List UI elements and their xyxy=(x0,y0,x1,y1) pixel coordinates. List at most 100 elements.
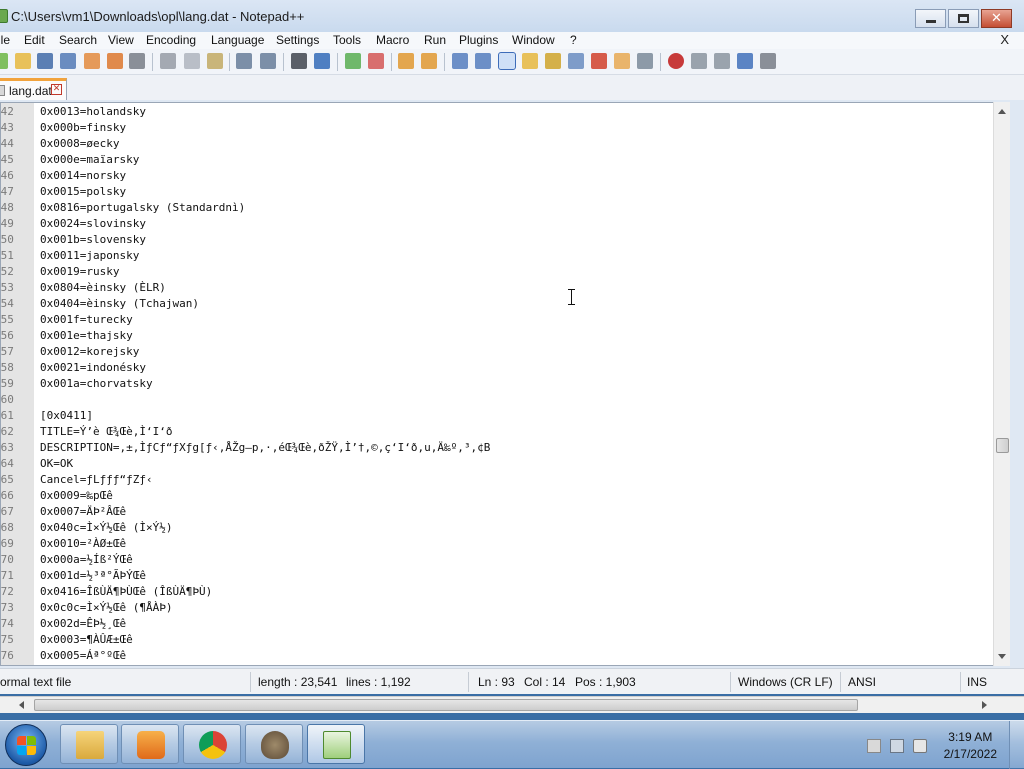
close-icon: ✕ xyxy=(991,11,1002,26)
line-text: 0x0007=ÄÞ²ÂŒê xyxy=(40,505,127,518)
indent-guide-icon[interactable] xyxy=(498,52,516,70)
taskbar-file-explorer[interactable] xyxy=(60,724,118,764)
menu-help[interactable]: ? xyxy=(570,33,577,47)
tab-close-icon[interactable]: ✕ xyxy=(51,84,62,95)
save-icon[interactable] xyxy=(37,53,53,69)
folder-as-workspace-icon[interactable] xyxy=(591,53,607,69)
menu-edit[interactable]: Edit xyxy=(24,33,45,47)
print-icon[interactable] xyxy=(129,53,145,69)
close-all-icon[interactable] xyxy=(107,53,123,69)
undo-icon[interactable] xyxy=(236,53,252,69)
line-text: 0x0804=èinsky (ÈLR) xyxy=(40,281,166,294)
word-wrap-icon[interactable] xyxy=(452,53,468,69)
media-player-icon xyxy=(137,731,165,759)
editor-area[interactable]: 742 0x0013=holandsky 743 0x000b=finsky 744 0x… xyxy=(0,102,1010,666)
line-text: 0x0005=Áª°ºŒê xyxy=(40,649,127,662)
user-language-icon[interactable] xyxy=(522,53,538,69)
vertical-scrollbar[interactable] xyxy=(993,102,1010,666)
line-number: 764 xyxy=(0,457,14,470)
redo-icon[interactable] xyxy=(260,53,276,69)
function-list-icon[interactable] xyxy=(568,53,584,69)
sync-vertical-icon[interactable] xyxy=(398,53,414,69)
status-separator xyxy=(468,672,469,692)
line-text: 0x002d=ÊÞ½¸Œê xyxy=(40,617,127,630)
status-separator xyxy=(730,672,731,692)
find-icon[interactable] xyxy=(291,53,307,69)
menu-view[interactable]: View xyxy=(108,33,134,47)
run-macro-multiple-icon[interactable] xyxy=(737,53,753,69)
open-file-icon[interactable] xyxy=(15,53,31,69)
show-desktop-button[interactable] xyxy=(1009,721,1024,769)
horizontal-scroll-thumb[interactable] xyxy=(34,699,858,711)
menu-search[interactable]: Search xyxy=(59,33,97,47)
menu-tools[interactable]: Tools xyxy=(333,33,361,47)
menu-plugins[interactable]: Plugins xyxy=(459,33,498,47)
action-center-flag-icon[interactable] xyxy=(867,739,881,753)
line-number: 754 xyxy=(0,297,14,310)
menu-file[interactable]: ile xyxy=(0,33,10,47)
line-text: 0x001d=½³ª°ÃÞÝŒê xyxy=(40,569,146,582)
close-button[interactable]: ✕ xyxy=(981,9,1012,28)
scroll-left-icon[interactable] xyxy=(19,701,24,709)
status-encoding[interactable]: ANSI xyxy=(848,675,876,689)
playback-macro-icon[interactable] xyxy=(714,53,730,69)
menu-encoding[interactable]: Encoding xyxy=(146,33,196,47)
line-text: 0x0c0c=Ì×Ý½Œê (¶ÅÀÞ) xyxy=(40,601,173,614)
paste-icon[interactable] xyxy=(207,53,223,69)
menu-settings[interactable]: Settings xyxy=(276,33,319,47)
cut-icon[interactable] xyxy=(160,53,176,69)
horizontal-scrollbar[interactable] xyxy=(0,696,1024,713)
line-number: 744 xyxy=(0,137,14,150)
replace-icon[interactable] xyxy=(314,53,330,69)
stop-recording-icon[interactable] xyxy=(691,53,707,69)
status-column: Col : 14 xyxy=(524,675,566,689)
line-number: 748 xyxy=(0,201,14,214)
taskbar-notepad-plus-plus[interactable] xyxy=(307,724,365,764)
menu-language[interactable]: Language xyxy=(211,33,264,47)
maximize-button[interactable] xyxy=(948,9,979,28)
document-map-icon[interactable] xyxy=(545,53,561,69)
menu-macro[interactable]: Macro xyxy=(376,33,409,47)
network-icon[interactable] xyxy=(890,739,904,753)
line-number: 755 xyxy=(0,313,14,326)
taskbar-gimp[interactable] xyxy=(245,724,303,764)
tab-lang-dat[interactable]: lang.dat ✕ xyxy=(0,78,67,100)
sync-horizontal-icon[interactable] xyxy=(421,53,437,69)
vertical-scroll-thumb[interactable] xyxy=(996,438,1009,453)
copy-icon[interactable] xyxy=(184,53,200,69)
scroll-up-icon[interactable] xyxy=(998,109,1006,114)
monitoring-icon[interactable] xyxy=(614,53,630,69)
menu-run[interactable]: Run xyxy=(424,33,446,47)
menu-window[interactable]: Window xyxy=(512,33,555,47)
scroll-right-icon[interactable] xyxy=(982,701,987,709)
show-all-characters-icon[interactable] xyxy=(475,53,491,69)
line-number: 774 xyxy=(0,617,14,630)
record-macro-icon[interactable] xyxy=(668,53,684,69)
status-insert-mode[interactable]: INS xyxy=(967,675,987,689)
scroll-down-icon[interactable] xyxy=(998,654,1006,659)
line-number: 769 xyxy=(0,537,14,550)
eye-icon[interactable] xyxy=(637,53,653,69)
close-document-button[interactable]: X xyxy=(1000,32,1009,47)
new-file-icon[interactable] xyxy=(0,53,8,69)
clock-date: 2/17/2022 xyxy=(943,747,997,761)
folder-icon xyxy=(76,731,104,759)
system-clock[interactable]: 3:19 AM 2/17/2022 xyxy=(944,729,997,763)
status-eol[interactable]: Windows (CR LF) xyxy=(738,675,833,689)
volume-icon[interactable] xyxy=(913,739,927,753)
save-all-icon[interactable] xyxy=(60,53,76,69)
status-position: Pos : 1,903 xyxy=(575,675,636,689)
close-icon[interactable] xyxy=(84,53,100,69)
line-number: 762 xyxy=(0,425,14,438)
status-bar: ormal text file length : 23,541 lines : … xyxy=(0,668,1024,694)
save-macro-icon[interactable] xyxy=(760,53,776,69)
zoom-out-icon[interactable] xyxy=(368,53,384,69)
taskbar-media-player[interactable] xyxy=(121,724,179,764)
zoom-in-icon[interactable] xyxy=(345,53,361,69)
line-text: TITLE=Ý’è Œ¾Œè,Ì‘I‘ð xyxy=(40,425,173,438)
minimize-button[interactable] xyxy=(915,9,946,28)
title-bar[interactable]: C:\Users\vm1\Downloads\opl\lang.dat - No… xyxy=(0,0,1024,32)
taskbar-google-chrome[interactable] xyxy=(183,724,241,764)
start-button[interactable] xyxy=(5,724,47,766)
line-text: 0x0015=polsky xyxy=(40,185,127,198)
